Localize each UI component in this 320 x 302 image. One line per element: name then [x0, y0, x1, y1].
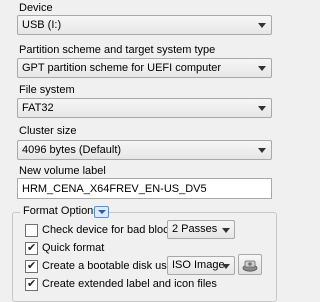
chevron-down-icon	[258, 148, 266, 153]
quick-format-label: Quick format	[42, 242, 105, 254]
chevron-down-icon	[258, 106, 266, 111]
filesystem-select[interactable]: FAT32	[17, 98, 272, 118]
cluster-label: Cluster size	[19, 125, 77, 137]
boot-source-value: ISO Image	[172, 259, 225, 271]
partition-value: GPT partition scheme for UEFI computer	[22, 62, 222, 74]
extended-label-checkbox[interactable]	[25, 277, 38, 291]
cluster-select[interactable]: 4096 bytes (Default)	[17, 140, 272, 160]
collapse-toggle-icon[interactable]	[94, 206, 109, 218]
partition-label: Partition scheme and target system type	[19, 44, 216, 56]
volume-label: New volume label	[19, 165, 106, 177]
extended-label-label: Create extended label and icon files	[42, 278, 217, 290]
filesystem-label: File system	[19, 84, 75, 96]
bootable-checkbox[interactable]	[25, 259, 38, 273]
boot-source-select[interactable]: ISO Image	[167, 256, 235, 275]
volume-label-field[interactable]	[18, 179, 271, 198]
disc-drive-icon	[242, 260, 258, 272]
device-label: Device	[19, 2, 53, 14]
chevron-down-icon	[258, 66, 266, 71]
chevron-down-icon	[258, 23, 266, 28]
partition-select[interactable]: GPT partition scheme for UEFI computer	[17, 58, 272, 78]
quick-format-checkbox[interactable]	[25, 241, 38, 255]
device-value: USB (I:)	[22, 19, 62, 31]
format-options-title: Format Options	[20, 205, 102, 218]
select-iso-button[interactable]	[238, 254, 262, 275]
bootable-label: Create a bootable disk using:	[42, 260, 185, 272]
bad-blocks-checkbox[interactable]	[25, 224, 38, 237]
passes-value: 2 Passes	[172, 223, 218, 235]
cluster-value: 4096 bytes (Default)	[22, 144, 122, 156]
chevron-down-icon	[222, 264, 230, 269]
device-select[interactable]: USB (I:)	[17, 15, 272, 35]
bad-blocks-label: Check device for bad blocks:	[42, 224, 183, 236]
volume-label-field-box	[17, 178, 272, 199]
chevron-down-icon	[222, 228, 230, 233]
filesystem-value: FAT32	[22, 102, 54, 114]
passes-select[interactable]: 2 Passes	[167, 220, 235, 239]
